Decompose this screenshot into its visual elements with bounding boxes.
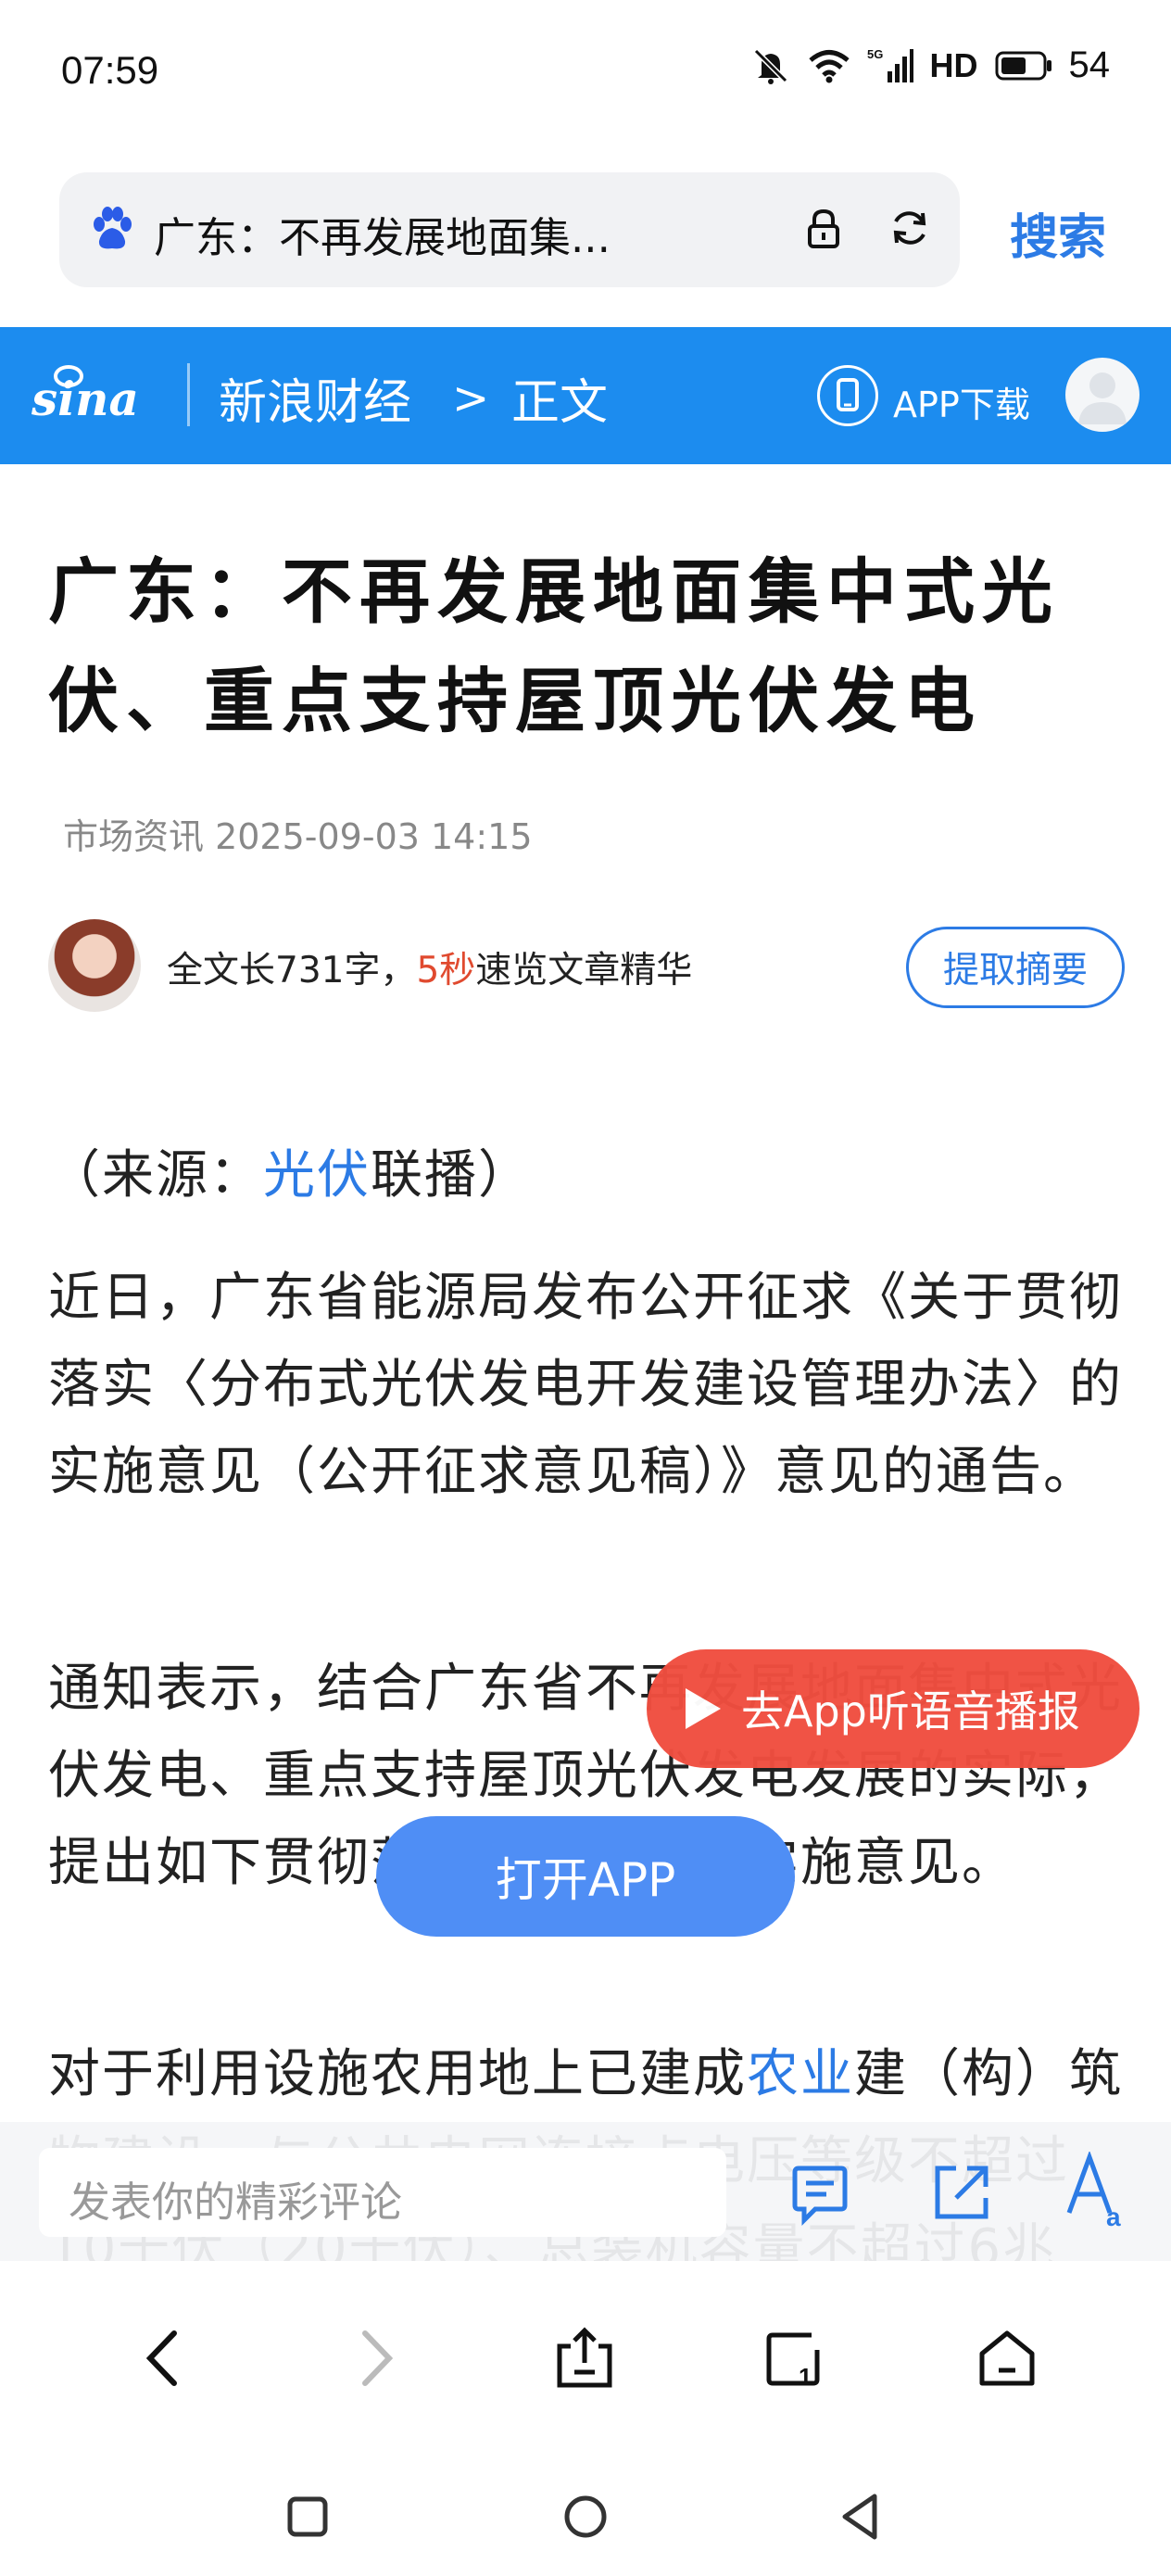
lock-icon[interactable] bbox=[804, 208, 843, 250]
status-icons: 5G HD 54 bbox=[750, 44, 1111, 86]
author-avatar bbox=[48, 919, 141, 1012]
sina-logo-text: sina bbox=[31, 372, 139, 426]
tabs-count: 1 bbox=[799, 2363, 812, 2391]
tabs-icon: 1 bbox=[766, 2332, 820, 2391]
status-time: 07:59 bbox=[61, 48, 159, 92]
search-button[interactable]: 搜索 bbox=[1010, 198, 1106, 268]
home-icon[interactable] bbox=[976, 2326, 1038, 2391]
share-icon[interactable] bbox=[928, 2159, 995, 2226]
sina-logo[interactable]: sina bbox=[31, 358, 161, 428]
paragraph-1: 近日，广东省能源局发布公开征求《关于贯彻落实〈分布式光伏发电开发建设管理办法〉的… bbox=[48, 1268, 1123, 1502]
share-page-icon[interactable] bbox=[554, 2326, 615, 2391]
source-link[interactable]: 光伏 bbox=[263, 1145, 371, 1206]
article-title: 广东：不再发展地面集中式光伏、重点支持屋顶光伏发电 bbox=[48, 550, 1060, 742]
svg-text:5G: 5G bbox=[867, 47, 883, 61]
mute-bell-icon bbox=[753, 48, 787, 84]
comment-icon[interactable] bbox=[787, 2163, 852, 2228]
breadcrumb-page: 正文 bbox=[511, 375, 609, 431]
battery-icon bbox=[995, 51, 1051, 80]
wifi-icon bbox=[808, 49, 850, 82]
baidu-paw-icon bbox=[94, 207, 132, 249]
app-download-link[interactable]: APP下载 bbox=[893, 376, 1030, 427]
signal-5g-icon: 5G bbox=[867, 47, 913, 82]
back-icon[interactable] bbox=[139, 2326, 185, 2391]
listen-audio-button[interactable]: 去App听语音播报 bbox=[647, 1649, 1140, 1768]
source-open: （来源： bbox=[48, 1145, 263, 1206]
forward-icon[interactable] bbox=[354, 2326, 400, 2391]
play-icon bbox=[686, 1688, 721, 1729]
source-close: 联播） bbox=[371, 1145, 532, 1206]
open-app-button[interactable]: 打开APP bbox=[376, 1816, 795, 1937]
recent-apps-icon[interactable] bbox=[285, 2494, 330, 2539]
battery-level: 54 bbox=[1068, 44, 1111, 85]
back-triangle-icon[interactable] bbox=[837, 2491, 882, 2543]
hd-label: HD bbox=[929, 45, 978, 84]
article-meta: 市场资讯 2025-09-03 14:15 bbox=[63, 816, 533, 857]
font-size-icon[interactable]: a bbox=[1064, 2152, 1128, 2229]
tabs-button[interactable]: 1 bbox=[763, 2326, 823, 2391]
user-silhouette-icon bbox=[1078, 373, 1127, 424]
url-title[interactable]: 广东：不再发展地面集... bbox=[154, 204, 611, 264]
comment-placeholder[interactable]: 发表你的精彩评论 bbox=[69, 2168, 402, 2229]
reload-icon[interactable] bbox=[888, 206, 932, 250]
listen-audio-label: 去App听语音播报 bbox=[741, 1686, 1080, 1736]
breadcrumb-section[interactable]: 新浪财经 bbox=[219, 363, 411, 433]
phone-icon[interactable] bbox=[817, 365, 878, 426]
source-line: （来源：光伏联播） bbox=[48, 1132, 1127, 1219]
summary-line: 全文长731字，5秒速览文章精华 bbox=[167, 941, 692, 993]
summary-highlight: 5秒 bbox=[416, 950, 476, 991]
chevron-right-icon: > bbox=[452, 373, 490, 424]
extract-summary-button[interactable]: 提取摘要 bbox=[906, 927, 1125, 1008]
summary-suffix: 速览文章精华 bbox=[475, 950, 693, 991]
home-circle-icon[interactable] bbox=[561, 2493, 610, 2541]
header-divider bbox=[187, 363, 190, 426]
summary-prefix: 全文长731字， bbox=[167, 950, 417, 991]
phone-glyph-icon bbox=[837, 378, 859, 411]
paragraph-3-link[interactable]: 农业 bbox=[747, 2044, 854, 2104]
svg-text:a: a bbox=[1106, 2203, 1121, 2229]
paragraph-3-prefix: 对于利用设施农用地上已建成 bbox=[48, 2044, 747, 2104]
user-avatar[interactable] bbox=[1065, 358, 1140, 432]
